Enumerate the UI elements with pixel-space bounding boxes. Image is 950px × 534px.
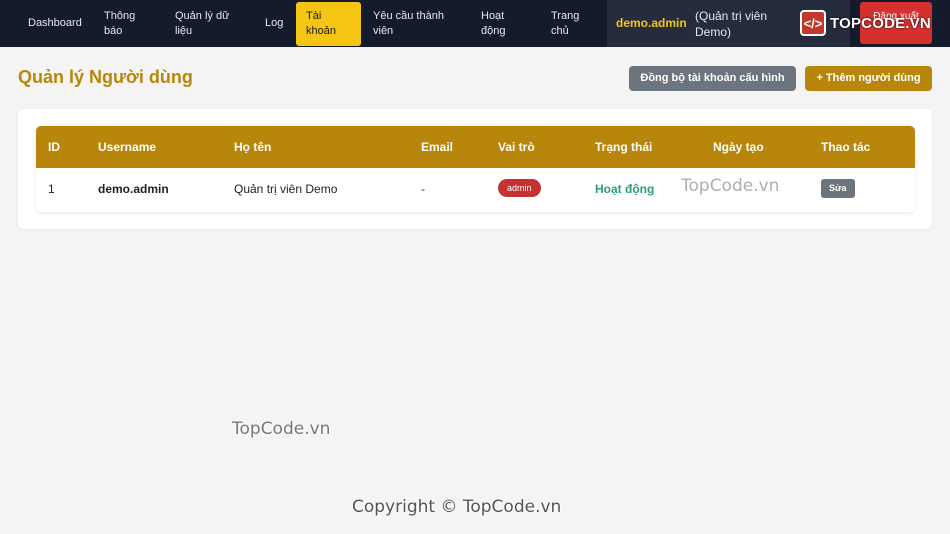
cell-username: demo.admin <box>98 182 169 196</box>
nav-dashboard[interactable]: Dashboard <box>28 16 82 31</box>
watermark-middle: TopCode.vn <box>232 419 331 439</box>
table-header: ID Username Họ tên Email Vai trò Trạng t… <box>36 126 915 168</box>
cell-id: 1 <box>48 182 55 196</box>
status-text: Hoạt động <box>595 182 655 196</box>
header-actions: Thao tác <box>821 140 871 154</box>
top-navbar: Dashboard Thông báo Quản lý dữ liệu Log … <box>0 0 950 47</box>
header-fullname: Họ tên <box>234 140 272 154</box>
users-card: ID Username Họ tên Email Vai trò Trạng t… <box>18 109 932 229</box>
cell-fullname: Quản trị viên Demo <box>234 182 338 196</box>
nav-notifications[interactable]: Thông báo <box>104 9 154 39</box>
nav-member-requests[interactable]: Yêu cầu thành viên <box>373 9 453 39</box>
users-table: ID Username Họ tên Email Vai trò Trạng t… <box>36 126 915 212</box>
nav-home[interactable]: Trang chủ <box>551 9 591 39</box>
nav-activity[interactable]: Hoạt động <box>481 9 521 39</box>
header-id: ID <box>48 140 60 154</box>
edit-button[interactable]: Sửa <box>821 179 855 198</box>
add-user-button[interactable]: + Thêm người dùng <box>805 66 932 91</box>
header-created: Ngày tạo <box>713 140 764 154</box>
header-username: Username <box>98 140 157 154</box>
page-title: Quản lý Người dùng <box>18 67 193 87</box>
nav-data-management[interactable]: Quản lý dữ liệu <box>175 9 241 39</box>
cell-email: - <box>421 182 425 196</box>
role-badge: admin <box>498 179 541 197</box>
topcode-logo: </> TOPCODE.VN <box>800 10 931 36</box>
header-email: Email <box>421 140 454 154</box>
nav-log[interactable]: Log <box>265 16 283 31</box>
table-row: 1 demo.admin Quản trị viên Demo - admin … <box>36 168 915 212</box>
user-role: (Quản trị viên Demo) <box>695 9 768 39</box>
header-status: Trạng thái <box>595 140 653 154</box>
nav-accounts[interactable]: Tài khoản <box>296 2 361 46</box>
code-icon: </> <box>800 10 826 36</box>
watermark-row: TopCode.vn <box>681 176 780 196</box>
sync-accounts-button[interactable]: Đồng bộ tài khoản cấu hình <box>629 66 796 91</box>
watermark-copyright: Copyright © TopCode.vn <box>352 497 562 517</box>
header-role: Vai trò <box>498 140 535 154</box>
user-name: demo.admin <box>616 16 687 30</box>
logo-text: TOPCODE.VN <box>830 14 931 32</box>
